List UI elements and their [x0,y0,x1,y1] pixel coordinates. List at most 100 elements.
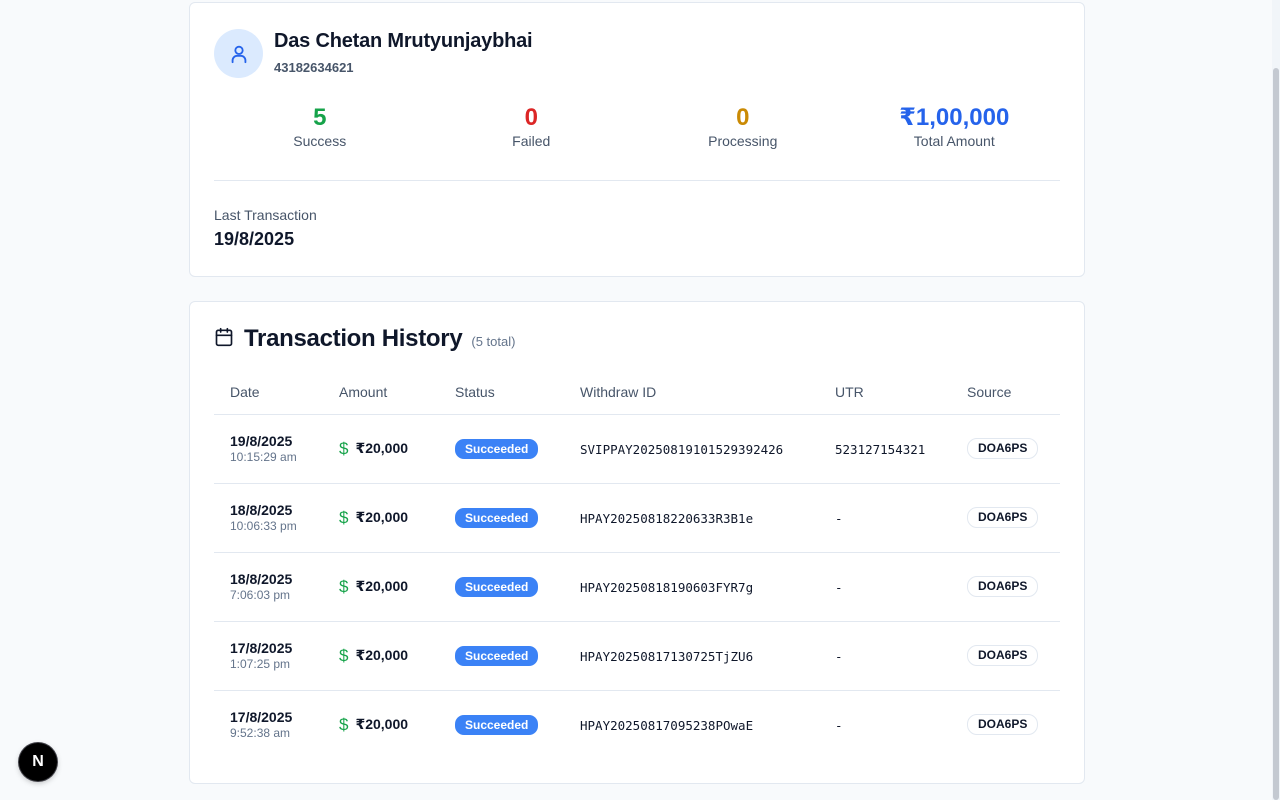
time-value: 1:07:25 pm [230,656,291,671]
source-badge: DOA6PS [967,645,1039,666]
source-cell: DOA6PS [951,552,1060,622]
stat-total-amount-value: ₹1,00,000 [899,104,1010,131]
table-row[interactable]: 17/8/2025 9:52:38 am $ ₹20,000 Succeeded… [214,690,1060,759]
status-cell: Succeeded [439,483,564,553]
source-badge: DOA6PS [967,714,1039,736]
amount-cell: $ ₹20,000 [323,483,439,553]
last-transaction-value: 19/8/2025 [214,229,295,249]
divider [214,180,1060,181]
status-cell: Succeeded [439,552,564,622]
amount-value: ₹20,000 [355,647,409,663]
amount-cell: $ ₹20,000 [323,621,439,691]
column-header-withdraw-id[interactable]: Withdraw ID [564,370,819,415]
stat-processing-label: Processing [708,133,778,149]
date-cell: 17/8/2025 1:07:25 pm [214,621,323,691]
column-header-date[interactable]: Date [214,370,323,415]
withdraw-id-value: HPAY20250817130725TjZU6 [580,648,754,664]
amount-cell: $ ₹20,000 [323,690,439,759]
history-header: Transaction History (5 total) [214,324,515,354]
dollar-icon: $ [339,645,349,665]
time-value: 9:52:38 am [230,725,291,740]
scrollbar-track[interactable] [1272,0,1280,800]
amount-value: ₹20,000 [355,440,409,456]
time-value: 10:06:33 pm [230,518,297,533]
dollar-icon: $ [339,576,349,596]
utr-cell: - [819,621,951,691]
date-value: 17/8/2025 [230,708,293,725]
source-badge: DOA6PS [967,576,1039,597]
transaction-history-card: Transaction History (5 total) Date Amoun… [189,301,1085,784]
status-cell: Succeeded [439,414,564,484]
date-value: 18/8/2025 [230,570,293,587]
scrollbar-thumb[interactable] [1273,68,1279,800]
table-row[interactable]: 18/8/2025 7:06:03 pm $ ₹20,000 Succeeded… [214,552,1060,622]
withdraw-id-cell: SVIPPAY20250819101529392426 [564,414,819,484]
source-cell: DOA6PS [951,621,1060,691]
source-cell: DOA6PS [951,690,1060,759]
source-cell: DOA6PS [951,483,1060,553]
dollar-icon: $ [339,507,349,527]
utr-value: - [835,510,843,526]
dollar-icon: $ [339,438,349,458]
date-value: 19/8/2025 [230,432,293,449]
stat-processing: 0 Processing [637,103,849,163]
utr-cell: - [819,552,951,622]
utr-value: 523127154321 [835,441,926,457]
last-transaction-label: Last Transaction [214,207,317,223]
utr-cell: - [819,483,951,553]
column-header-amount[interactable]: Amount [323,370,439,415]
transactions-table: Date Amount Status Withdraw ID UTR Sourc… [214,370,1060,759]
stat-processing-value: 0 [736,104,750,131]
utr-value: - [835,717,843,733]
amount-cell: $ ₹20,000 [323,552,439,622]
calendar-icon [214,327,234,352]
history-count: (5 total) [471,333,516,349]
withdraw-id-value: HPAY20250817095238POwaE [580,717,754,733]
column-header-status[interactable]: Status [439,370,564,415]
account-id: 43182634621 [274,60,354,75]
column-header-utr[interactable]: UTR [819,370,951,415]
table-row[interactable]: 18/8/2025 10:06:33 pm $ ₹20,000 Succeede… [214,483,1060,553]
history-title: Transaction History [244,325,463,352]
table-header-row: Date Amount Status Withdraw ID UTR Sourc… [214,370,1060,415]
source-badge: DOA6PS [967,507,1039,528]
time-value: 7:06:03 pm [230,587,291,602]
table-row[interactable]: 17/8/2025 1:07:25 pm $ ₹20,000 Succeeded… [214,621,1060,691]
stat-failed-value: 0 [524,104,538,131]
user-icon [214,29,263,78]
column-header-source[interactable]: Source [951,370,1060,415]
utr-cell: - [819,690,951,759]
stat-success-value: 5 [313,104,327,131]
amount-value: ₹20,000 [355,716,409,733]
stat-total-amount-label: Total Amount [913,133,995,149]
status-badge: Succeeded [455,645,539,666]
withdraw-id-value: SVIPPAY20250819101529392426 [580,441,784,457]
withdraw-id-value: HPAY20250818220633R3B1e [580,510,754,526]
stat-failed-label: Failed [512,133,551,149]
status-badge: Succeeded [455,576,539,597]
status-badge: Succeeded [455,714,539,735]
date-value: 18/8/2025 [230,501,293,518]
date-cell: 17/8/2025 9:52:38 am [214,690,323,759]
withdraw-id-cell: HPAY20250817130725TjZU6 [564,621,819,691]
date-value: 17/8/2025 [230,639,293,656]
amount-value: ₹20,000 [355,509,409,525]
date-cell: 18/8/2025 7:06:03 pm [214,552,323,622]
profile-card: Das Chetan Mrutyunjaybhai 43182634621 5 … [189,2,1085,277]
stat-success-label: Success [293,133,347,149]
dollar-icon: $ [339,714,349,734]
date-cell: 18/8/2025 10:06:33 pm [214,483,323,553]
withdraw-id-value: HPAY20250818190603FYR7g [580,579,754,595]
utr-value: - [835,648,843,664]
time-value: 10:15:29 am [230,449,297,464]
nextjs-logo-icon[interactable]: N [19,743,57,781]
user-name: Das Chetan Mrutyunjaybhai [274,30,533,52]
withdraw-id-cell: HPAY20250818190603FYR7g [564,552,819,622]
status-cell: Succeeded [439,621,564,691]
status-badge: Succeeded [455,507,539,528]
stat-failed: 0 Failed [426,103,638,163]
source-cell: DOA6PS [951,414,1060,484]
amount-value: ₹20,000 [355,578,409,594]
table-row[interactable]: 19/8/2025 10:15:29 am $ ₹20,000 Succeede… [214,414,1060,484]
utr-value: - [835,579,843,595]
